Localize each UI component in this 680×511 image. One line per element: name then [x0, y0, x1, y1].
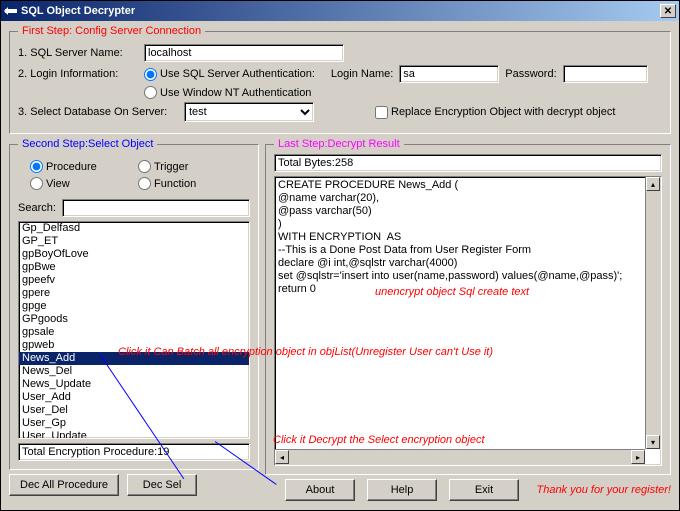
list-item[interactable]: User_Add: [19, 391, 249, 404]
trigger-label: Trigger: [154, 161, 188, 173]
object-listbox[interactable]: Gp_DelfasdGP_ETgpBoyOfLovegpBwegpeefvgpe…: [18, 221, 250, 439]
step2-group: Second Step:Select Object Procedure Trig…: [9, 138, 259, 470]
function-label: Function: [154, 178, 196, 190]
step3-legend: Last Step:Decrypt Result: [274, 138, 404, 150]
window-title: SQL Object Decrypter: [21, 5, 660, 17]
about-button[interactable]: About: [285, 479, 355, 501]
scrollbar-vertical[interactable]: ▴ ▾: [645, 177, 661, 449]
list-item[interactable]: Gp_Delfasd: [19, 222, 249, 235]
list-item[interactable]: User_Update: [19, 430, 249, 439]
procedure-label: Procedure: [46, 161, 97, 173]
scroll-up-icon[interactable]: ▴: [646, 177, 660, 191]
login-name-input[interactable]: [399, 65, 499, 83]
password-label: Password:: [505, 68, 556, 80]
list-item[interactable]: GP_ET: [19, 235, 249, 248]
step2-legend: Second Step:Select Object: [18, 138, 157, 150]
list-item[interactable]: News_Del: [19, 365, 249, 378]
close-button[interactable]: ✕: [660, 4, 676, 18]
list-item[interactable]: gpBwe: [19, 261, 249, 274]
view-label: View: [46, 178, 70, 190]
count-box: Total Encryption Procedure:19: [18, 443, 250, 461]
procedure-radio[interactable]: [30, 160, 43, 173]
result-area: CREATE PROCEDURE News_Add ( @name varcha…: [274, 176, 662, 466]
server-label: 1. SQL Server Name:: [18, 47, 138, 59]
search-label: Search:: [18, 202, 56, 214]
exit-button[interactable]: Exit: [449, 479, 519, 501]
search-input[interactable]: [62, 199, 250, 217]
list-item[interactable]: User_Gp: [19, 417, 249, 430]
total-bytes: Total Bytes:258: [274, 154, 662, 172]
list-item[interactable]: gpweb: [19, 339, 249, 352]
auth-sql-label: Use SQL Server Authentication:: [160, 68, 315, 80]
list-item[interactable]: gpsale: [19, 326, 249, 339]
view-radio[interactable]: [30, 177, 43, 190]
dec-sel-button[interactable]: Dec Sel: [127, 474, 197, 496]
scroll-down-icon[interactable]: ▾: [646, 435, 660, 449]
login-label: 2. Login Information:: [18, 68, 138, 80]
thankyou-text: Thank you for your register!: [536, 484, 671, 496]
list-item[interactable]: gpge: [19, 300, 249, 313]
list-item[interactable]: gpere: [19, 287, 249, 300]
scroll-right-icon[interactable]: ▸: [631, 450, 645, 464]
auth-nt-radio[interactable]: [144, 86, 157, 99]
replace-checkbox[interactable]: [375, 106, 388, 119]
db-label: 3. Select Database On Server:: [18, 106, 178, 118]
close-icon: ✕: [664, 6, 672, 17]
step1-group: First Step: Config Server Connection 1. …: [9, 25, 671, 134]
function-radio[interactable]: [138, 177, 151, 190]
list-item[interactable]: gpBoyOfLove: [19, 248, 249, 261]
list-item[interactable]: News_Add: [19, 352, 249, 365]
auth-sql-radio[interactable]: [144, 68, 157, 81]
help-button[interactable]: Help: [367, 479, 437, 501]
dec-all-button[interactable]: Dec All Procedure: [9, 474, 119, 496]
titlebar: SQL Object Decrypter ✕: [1, 1, 679, 21]
list-item[interactable]: User_Del: [19, 404, 249, 417]
result-text: CREATE PROCEDURE News_Add ( @name varcha…: [275, 177, 645, 449]
trigger-radio[interactable]: [138, 160, 151, 173]
app-icon: [4, 4, 18, 18]
server-input[interactable]: [144, 44, 344, 62]
password-input[interactable]: [563, 65, 648, 83]
login-name-label: Login Name:: [331, 68, 393, 80]
step3-group: Last Step:Decrypt Result Total Bytes:258…: [265, 138, 671, 475]
scroll-left-icon[interactable]: ◂: [275, 450, 289, 464]
scrollbar-horizontal[interactable]: ◂ ▸: [275, 449, 645, 465]
step1-legend: First Step: Config Server Connection: [18, 25, 205, 37]
db-select[interactable]: test: [184, 102, 314, 122]
list-item[interactable]: gpeefv: [19, 274, 249, 287]
list-item[interactable]: GPgoods: [19, 313, 249, 326]
auth-nt-label: Use Window NT Authentication: [160, 87, 311, 99]
replace-label: Replace Encryption Object with decrypt o…: [391, 106, 615, 118]
list-item[interactable]: News_Update: [19, 378, 249, 391]
